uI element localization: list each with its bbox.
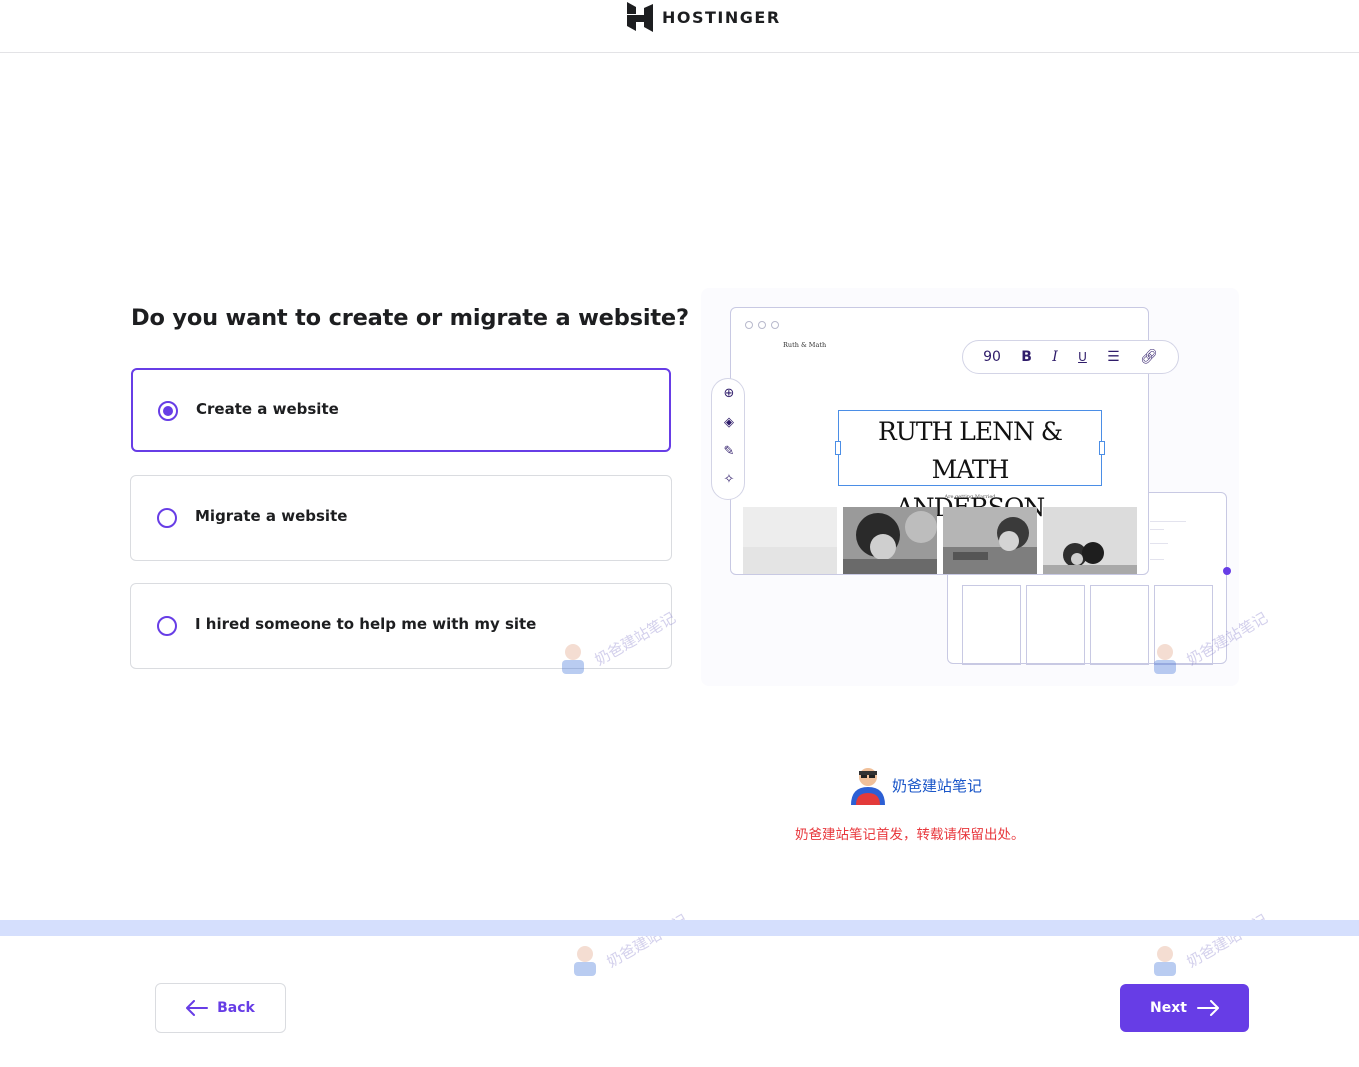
top-bar: HOSTINGER	[0, 0, 1359, 53]
list-icon: ☰	[1107, 349, 1120, 365]
option-migrate-website[interactable]: Migrate a website	[130, 475, 672, 561]
page-title: Do you want to create or migrate a websi…	[131, 305, 689, 331]
watermark-text: 奶爸建站笔记	[1183, 910, 1271, 972]
option-label: Migrate a website	[195, 507, 348, 525]
placeholder-column	[962, 585, 1021, 665]
watermark-avatar-icon	[574, 946, 596, 976]
back-button-label: Back	[217, 1000, 255, 1016]
preview-photo-4	[1043, 507, 1137, 574]
radio-button[interactable]	[157, 616, 177, 636]
preview-photo-2	[843, 507, 937, 574]
back-button[interactable]: Back	[155, 983, 286, 1033]
add-icon: ⊕	[723, 386, 735, 401]
radio-button[interactable]	[158, 401, 178, 421]
next-button-label: Next	[1150, 1000, 1187, 1016]
preview-headline-line1: RUTH LENN & MATH	[877, 417, 1063, 484]
window-dots	[745, 321, 779, 329]
radio-button[interactable]	[157, 508, 177, 528]
option-create-website[interactable]: Create a website	[131, 368, 671, 452]
watermark-avatar-icon	[1154, 946, 1176, 976]
arrow-left-icon	[186, 1000, 209, 1016]
layers-icon: ◈	[724, 415, 734, 430]
placeholder-line	[1150, 521, 1186, 522]
link-icon: 🔗︎	[1140, 349, 1158, 365]
placeholder-line	[1150, 543, 1168, 544]
palette-icon: ✎	[723, 444, 735, 459]
arrow-right-icon	[1196, 1000, 1219, 1016]
watermark-avatar-icon	[851, 768, 885, 805]
next-button[interactable]: Next	[1120, 984, 1249, 1032]
option-label: Create a website	[196, 400, 339, 418]
accent-dot	[1223, 567, 1231, 575]
placeholder-line	[1150, 529, 1164, 530]
text-format-toolbar: 90 B I U ☰ 🔗︎	[962, 340, 1179, 374]
progress-bar	[0, 920, 1359, 936]
watermark-copyright-note: 奶爸建站笔记首发，转载请保留出处。	[795, 827, 1025, 843]
placeholder-column	[1090, 585, 1149, 665]
preview-photo-3	[943, 507, 1037, 574]
bold-icon: B	[1021, 349, 1032, 365]
font-size-value: 90	[983, 349, 1001, 365]
preview-photo-1	[743, 507, 837, 574]
watermark-note-link[interactable]: 奶爸建站笔记	[892, 775, 982, 796]
side-tool-rail: ⊕ ◈ ✎ ✧	[711, 378, 745, 500]
watermark-avatar-icon	[562, 644, 584, 674]
watermark-note: 奶爸建站笔记	[848, 765, 982, 805]
selected-headline-box: RUTH LENN & MATH ANDERSON	[835, 410, 1105, 522]
option-label: I hired someone to help me with my site	[195, 615, 537, 633]
placeholder-line	[1150, 559, 1164, 560]
sparkle-icon: ✧	[723, 472, 735, 487]
underline-icon: U	[1078, 350, 1087, 364]
option-hired-someone[interactable]: I hired someone to help me with my site	[130, 583, 672, 669]
hostinger-logo[interactable]: HOSTINGER	[626, 2, 781, 32]
watermark-text: 奶爸建站笔记	[603, 910, 691, 972]
preview-site-name: Ruth & Math	[783, 341, 827, 349]
watermark-avatar-icon	[1154, 644, 1176, 674]
hostinger-logo-icon	[627, 2, 653, 32]
italic-icon: I	[1052, 349, 1058, 365]
website-builder-illustration: Ruth & Math RUTH LENN & MATH ANDERSON Ar…	[701, 288, 1239, 686]
preview-subline: Are getting Married	[944, 494, 996, 500]
placeholder-column	[1026, 585, 1085, 665]
brand-name: HOSTINGER	[662, 7, 781, 27]
